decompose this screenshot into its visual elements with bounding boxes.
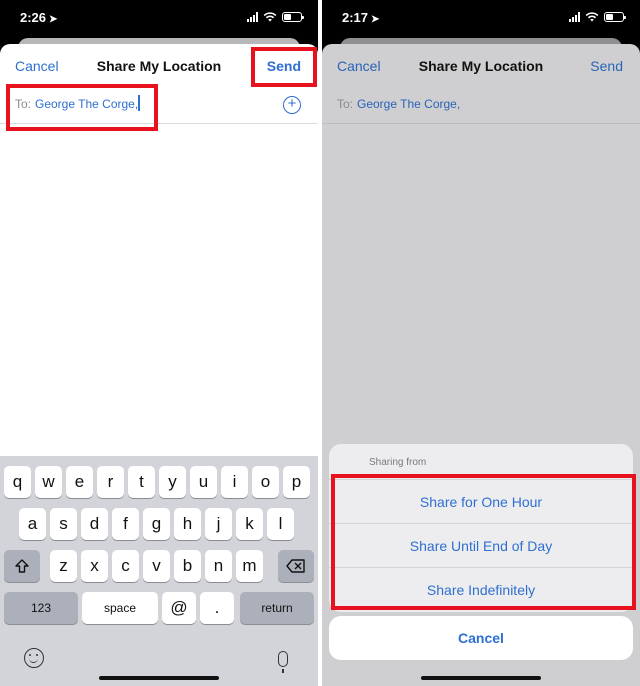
send-button[interactable]: Send bbox=[590, 58, 623, 74]
numbers-key[interactable]: 123 bbox=[4, 592, 78, 624]
location-arrow-icon: ➤ bbox=[49, 14, 58, 25]
key-w[interactable]: w bbox=[35, 466, 62, 498]
dot-key[interactable]: . bbox=[200, 592, 234, 624]
emoji-icon[interactable] bbox=[24, 648, 44, 668]
to-label: To: bbox=[337, 97, 354, 111]
recipient-token[interactable]: George The Corge, bbox=[357, 97, 460, 111]
key-g[interactable]: g bbox=[143, 508, 170, 540]
key-t[interactable]: t bbox=[128, 466, 155, 498]
key-s[interactable]: s bbox=[50, 508, 77, 540]
space-key[interactable]: space bbox=[82, 592, 158, 624]
sharing-from-label: Sharing from bbox=[369, 457, 427, 468]
microphone-icon[interactable] bbox=[278, 651, 288, 673]
share-location-sheet: Cancel Share My Location Send To: George… bbox=[0, 44, 318, 686]
key-p[interactable]: p bbox=[283, 466, 310, 498]
left-screenshot: 2:26 ➤ Cancel Share My Location Send To: … bbox=[0, 0, 318, 686]
cellular-signal-icon bbox=[569, 12, 580, 22]
nav-bar: Cancel Share My Location Send bbox=[322, 44, 640, 88]
status-time: 2:17 ➤ bbox=[342, 10, 380, 25]
key-n[interactable]: n bbox=[205, 550, 232, 582]
backspace-icon bbox=[286, 559, 305, 573]
key-b[interactable]: b bbox=[174, 550, 201, 582]
wifi-icon bbox=[585, 12, 599, 22]
key-h[interactable]: h bbox=[174, 508, 201, 540]
shift-key[interactable] bbox=[4, 550, 40, 582]
battery-icon bbox=[282, 12, 304, 22]
key-d[interactable]: d bbox=[81, 508, 108, 540]
status-bar: 2:17 ➤ bbox=[322, 0, 640, 38]
home-indicator bbox=[99, 676, 219, 680]
key-i[interactable]: i bbox=[221, 466, 248, 498]
key-k[interactable]: k bbox=[236, 508, 263, 540]
key-f[interactable]: f bbox=[112, 508, 139, 540]
key-q[interactable]: q bbox=[4, 466, 31, 498]
home-indicator bbox=[421, 676, 541, 680]
key-v[interactable]: v bbox=[143, 550, 170, 582]
key-r[interactable]: r bbox=[97, 466, 124, 498]
key-l[interactable]: l bbox=[267, 508, 294, 540]
status-bar: 2:26 ➤ bbox=[0, 0, 318, 38]
key-a[interactable]: a bbox=[19, 508, 46, 540]
location-arrow-icon: ➤ bbox=[371, 14, 380, 25]
highlight-box-send bbox=[251, 47, 317, 87]
key-x[interactable]: x bbox=[81, 550, 108, 582]
wifi-icon bbox=[263, 12, 277, 22]
shift-icon bbox=[15, 559, 29, 573]
at-key[interactable]: @ bbox=[162, 592, 196, 624]
keyboard: q w e r t y u i o p a s d f g h j k l z … bbox=[0, 456, 318, 686]
key-j[interactable]: j bbox=[205, 508, 232, 540]
status-time: 2:26 ➤ bbox=[20, 10, 58, 25]
key-o[interactable]: o bbox=[252, 466, 279, 498]
return-key[interactable]: return bbox=[240, 592, 314, 624]
key-z[interactable]: z bbox=[50, 550, 77, 582]
key-c[interactable]: c bbox=[112, 550, 139, 582]
key-u[interactable]: u bbox=[190, 466, 217, 498]
key-e[interactable]: e bbox=[66, 466, 93, 498]
recipient-field[interactable]: To: George The Corge, bbox=[322, 88, 640, 124]
highlight-box-recipient bbox=[6, 84, 158, 131]
right-screenshot: 2:17 ➤ Cancel Share My Location Send To: … bbox=[322, 0, 640, 686]
battery-icon bbox=[604, 12, 626, 22]
action-sheet-cancel-button[interactable]: Cancel bbox=[329, 616, 633, 660]
key-y[interactable]: y bbox=[159, 466, 186, 498]
add-contact-icon[interactable]: + bbox=[283, 96, 301, 114]
delete-key[interactable] bbox=[278, 550, 314, 582]
key-m[interactable]: m bbox=[236, 550, 263, 582]
cellular-signal-icon bbox=[247, 12, 258, 22]
highlight-box-options bbox=[331, 474, 636, 610]
